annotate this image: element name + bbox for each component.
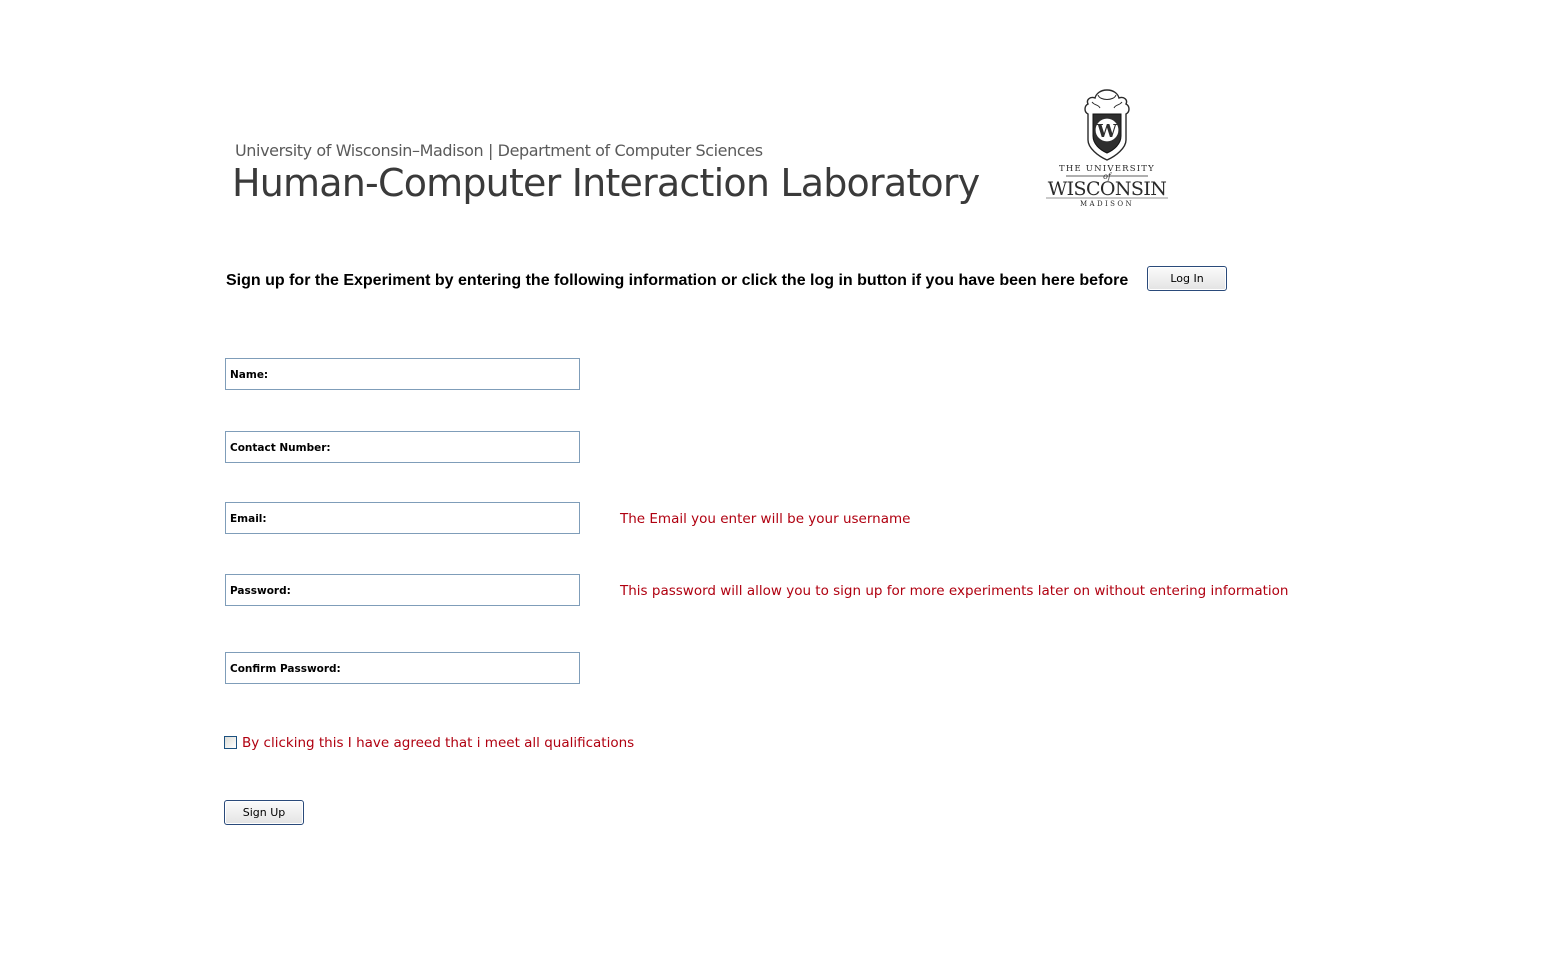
logo-line-3: WISCONSIN — [1048, 178, 1167, 200]
lab-title: Human-Computer Interaction Laboratory — [232, 161, 980, 205]
qualifications-checkbox-label: By clicking this I have agreed that i me… — [242, 735, 635, 751]
signup-instructions: Sign up for the Experiment by entering t… — [226, 272, 1129, 289]
logo-line-4: MADISON — [1080, 200, 1134, 208]
email-hint: The Email you enter will be your usernam… — [620, 511, 911, 527]
name-field[interactable]: Name: — [225, 358, 580, 390]
password-field[interactable]: Password: — [225, 574, 580, 606]
crest-letter: W — [1096, 121, 1118, 142]
department-subtitle: University of Wisconsin–Madison | Depart… — [235, 141, 763, 160]
password-input[interactable] — [292, 579, 576, 603]
name-input[interactable] — [270, 363, 574, 387]
password-hint: This password will allow you to sign up … — [620, 583, 1289, 599]
name-field-label: Name: — [230, 369, 269, 381]
confirm-password-field-label: Confirm Password: — [230, 663, 341, 675]
login-button[interactable]: Log In — [1147, 266, 1227, 291]
contact-number-field-label: Contact Number: — [230, 442, 331, 454]
email-field[interactable]: Email: — [225, 502, 580, 534]
qualifications-checkbox[interactable] — [224, 736, 237, 749]
confirm-password-field[interactable]: Confirm Password: — [225, 652, 580, 684]
contact-number-input[interactable] — [326, 436, 575, 460]
email-field-label: Email: — [230, 513, 267, 525]
crest-icon: W THE UNIVERSITY of WISCONSIN MADISON — [1046, 89, 1168, 208]
confirm-password-input[interactable] — [338, 657, 575, 681]
password-field-label: Password: — [230, 585, 291, 597]
sign-up-button[interactable]: Sign Up — [224, 800, 304, 825]
uw-crest-logo: W THE UNIVERSITY of WISCONSIN MADISON — [1040, 86, 1174, 210]
contact-number-field[interactable]: Contact Number: — [225, 431, 580, 463]
email-input[interactable] — [270, 507, 574, 531]
